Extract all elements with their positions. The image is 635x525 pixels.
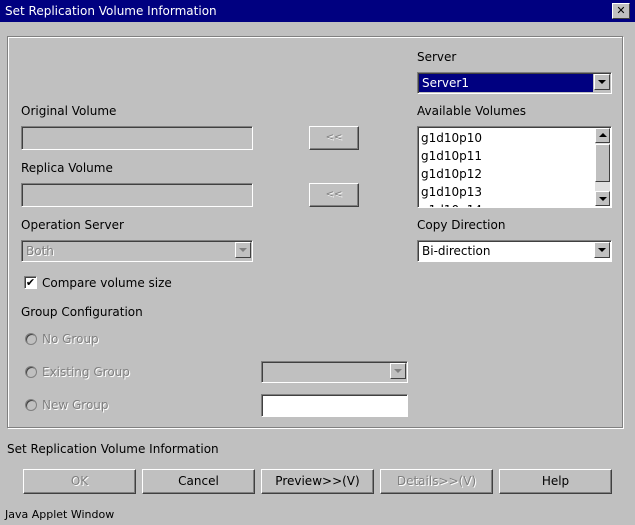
new-group-radio[interactable] xyxy=(25,399,37,411)
existing-group-label: Existing Group xyxy=(42,365,130,379)
available-volumes-list[interactable]: g1d10p10 g1d10p11 g1d10p12 g1d10p13 g1d1… xyxy=(417,126,612,208)
existing-group-dropdown-button[interactable] xyxy=(390,363,406,379)
chevron-up-icon xyxy=(599,133,607,137)
replica-volume-field[interactable] xyxy=(21,183,253,207)
available-volumes-label: Available Volumes xyxy=(417,104,527,118)
existing-group-radio[interactable] xyxy=(25,366,37,378)
compare-volume-size-checkbox[interactable]: ✔ xyxy=(24,276,37,289)
cancel-button[interactable]: Cancel xyxy=(142,469,255,494)
server-label: Server xyxy=(417,50,457,64)
operation-server-value: Both xyxy=(26,244,54,258)
scroll-thumb[interactable] xyxy=(595,144,610,182)
title-bar: Set Replication Volume Information ✕ xyxy=(0,0,635,22)
operation-server-label: Operation Server xyxy=(21,218,124,232)
list-item[interactable]: g1d10p12 xyxy=(421,167,482,181)
close-button[interactable]: ✕ xyxy=(612,3,630,19)
group-configuration-label: Group Configuration xyxy=(21,305,143,319)
scroll-up-button[interactable] xyxy=(595,128,610,143)
original-volume-label: Original Volume xyxy=(21,104,117,118)
server-dropdown-button[interactable] xyxy=(594,74,610,90)
preview-button[interactable]: Preview>>(V) xyxy=(261,469,374,494)
copy-direction-select[interactable]: Bi-direction xyxy=(417,240,612,262)
copy-direction-label: Copy Direction xyxy=(417,218,506,232)
replica-volume-label: Replica Volume xyxy=(21,161,113,175)
original-volume-field[interactable] xyxy=(21,126,253,150)
new-group-label: New Group xyxy=(42,398,109,412)
list-scrollbar[interactable] xyxy=(595,128,610,206)
copy-direction-value: Bi-direction xyxy=(422,244,491,258)
close-icon: ✕ xyxy=(616,4,626,17)
copy-direction-dropdown-button[interactable] xyxy=(594,242,610,258)
ok-button[interactable]: OK xyxy=(23,469,136,494)
scroll-down-button[interactable] xyxy=(595,191,610,206)
no-group-label: No Group xyxy=(42,332,99,346)
chevron-down-icon xyxy=(394,369,402,373)
checkmark-icon: ✔ xyxy=(25,276,36,289)
help-button[interactable]: Help xyxy=(499,469,612,494)
set-replica-volume-button[interactable]: << xyxy=(309,183,359,207)
operation-server-dropdown-button[interactable] xyxy=(235,242,251,258)
chevron-down-icon xyxy=(239,248,247,252)
set-original-volume-button[interactable]: << xyxy=(309,126,359,150)
no-group-radio[interactable] xyxy=(25,333,37,345)
compare-volume-size-label: Compare volume size xyxy=(42,276,172,290)
window-title: Set Replication Volume Information xyxy=(5,4,217,18)
existing-group-select[interactable] xyxy=(261,361,408,383)
chevron-down-icon xyxy=(599,197,607,201)
new-group-input[interactable] xyxy=(261,394,408,417)
chevron-down-icon xyxy=(598,248,606,252)
chevron-down-icon xyxy=(598,80,606,84)
status-text: Set Replication Volume Information xyxy=(7,442,219,456)
server-value: Server1 xyxy=(422,76,469,90)
operation-server-select[interactable]: Both xyxy=(21,240,253,262)
server-select[interactable]: Server1 xyxy=(417,72,612,94)
list-item[interactable]: g1d10p14 xyxy=(421,203,482,207)
details-button[interactable]: Details>>(V) xyxy=(380,469,493,494)
applet-window-label: Java Applet Window xyxy=(5,508,115,521)
list-item[interactable]: g1d10p10 xyxy=(421,131,482,145)
list-item[interactable]: g1d10p13 xyxy=(421,185,482,199)
list-item[interactable]: g1d10p11 xyxy=(421,149,482,163)
